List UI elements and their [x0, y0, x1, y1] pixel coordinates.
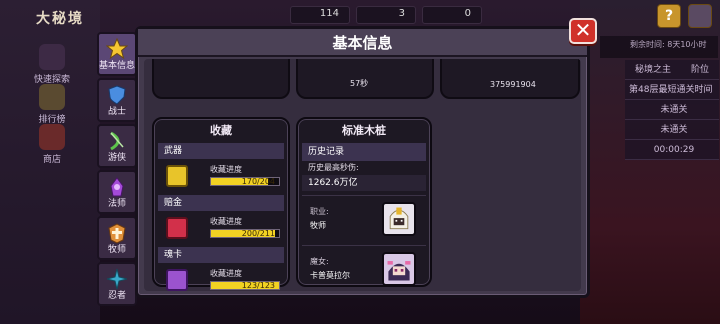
weapon-collection[interactable]: 收藏进度 170/204 — [158, 159, 284, 195]
history-header: 历史记录 — [302, 143, 426, 161]
fastest-clear-heading: 第48层最短通关时间 — [625, 80, 719, 100]
dummy-title: 标准木桩 — [342, 124, 386, 137]
close-button[interactable]: ✕ — [569, 18, 597, 44]
stat-value: 375991904 — [490, 80, 536, 89]
clear-time: 未通关 — [625, 100, 719, 120]
progress-label: 收藏进度 — [210, 165, 242, 174]
priest-portrait-icon[interactable] — [382, 202, 416, 236]
job-value: 牧师 — [310, 221, 326, 230]
tab-label: 游侠 — [107, 153, 126, 163]
tab-basic-info[interactable]: 基本信息 — [97, 32, 137, 76]
tab-ninja[interactable]: 忍者 — [97, 262, 137, 306]
stat-card-partial: 375991904 — [440, 59, 580, 99]
dialog-title: 基本信息 — [138, 29, 587, 57]
pet-value: 卡普莫拉尔 — [310, 271, 350, 280]
progress-bar: 170/204 — [210, 177, 280, 186]
shop-button[interactable]: 商店 — [30, 124, 74, 165]
tab-mage[interactable]: 法师 — [97, 170, 137, 214]
max-dps-label: 历史最高秒伤: — [308, 163, 359, 172]
trophy-icon — [39, 84, 65, 110]
progress-label: 收藏进度 — [210, 269, 242, 278]
training-dummy-card: 标准木桩 历史记录 历史最高秒伤: 1262.6万亿 职业: 牧师 魔女: 卡普… — [296, 117, 432, 287]
tab-warrior[interactable]: 战士 — [97, 78, 137, 122]
basic-info-dialog: 基本信息 57秒 375991904 收藏 武器 收藏进度 170/204 赔金… — [135, 26, 590, 298]
tab-label: 法师 — [107, 199, 126, 209]
star-icon — [106, 38, 128, 60]
progress-label: 收藏进度 — [210, 217, 242, 226]
dialog-content: 57秒 375991904 收藏 武器 收藏进度 170/204 赔金 收藏进度… — [144, 59, 581, 291]
help-button[interactable]: ? — [657, 4, 681, 28]
scene-title: 大秘境 — [36, 11, 84, 27]
explore-icon — [39, 44, 65, 70]
max-dps-value: 1262.6万亿 — [302, 175, 426, 191]
weapon-section-header: 武器 — [158, 143, 284, 159]
soulcard-book-icon — [166, 269, 188, 291]
tab-ranger[interactable]: 游侠 — [97, 124, 137, 168]
mage-icon — [110, 177, 124, 197]
stat-card-partial: 57秒 — [296, 59, 434, 99]
bow-icon — [110, 131, 124, 151]
class-tab-strip: 基本信息 战士 游侠 法师 牧师 忍者 — [97, 32, 137, 308]
tab-priest[interactable]: 牧师 — [97, 216, 137, 260]
witch-portrait-icon[interactable] — [382, 252, 416, 286]
menu-button[interactable] — [688, 4, 712, 28]
clear-time: 未通关 — [625, 120, 719, 140]
resource-count: 0 — [422, 6, 482, 24]
progress-value: 170/204 — [241, 177, 275, 186]
soulcard-section-header: 魂卡 — [158, 247, 284, 263]
weapon-book-icon — [166, 165, 188, 187]
game-screen: 大秘境 快速探索 排行榜 商店 114 3 0 ? 剩余时间: 8天10小时 秘… — [0, 0, 720, 324]
tab-label: 忍者 — [107, 291, 126, 301]
tab-rank[interactable]: 阶位 — [691, 60, 709, 79]
tab-label: 基本信息 — [99, 61, 136, 71]
stat-card-partial — [152, 59, 290, 99]
gold-book-icon — [166, 217, 188, 239]
leaderboard-button[interactable]: 排行榜 — [30, 84, 74, 125]
shield-icon — [108, 85, 126, 105]
hero-pet-row: 魔女: 卡普莫拉尔 — [302, 245, 426, 291]
hero-job-row: 职业: 牧师 — [302, 195, 426, 241]
gold-collection[interactable]: 收藏进度 200/211 — [158, 211, 284, 247]
tab-dungeon-lord[interactable]: 秘境之主 — [635, 60, 671, 79]
resource-bar: 114 3 0 — [290, 6, 482, 24]
shop-icon — [39, 124, 65, 150]
collection-title: 收藏 — [210, 124, 232, 137]
progress-bar: 123/123 — [210, 281, 280, 290]
resource-count: 114 — [290, 6, 350, 24]
priest-icon — [108, 223, 126, 244]
tab-label: 牧师 — [107, 245, 126, 255]
soulcard-collection[interactable]: 收藏进度 123/123 — [158, 263, 284, 291]
right-panel: 秘境之主 阶位 第48层最短通关时间 未通关 未通关 00:00:29 — [625, 60, 719, 160]
progress-bar: 200/211 — [210, 229, 280, 238]
clear-time: 00:00:29 — [625, 140, 719, 160]
stat-value: 57秒 — [350, 79, 369, 88]
progress-value: 123/123 — [241, 281, 275, 290]
progress-value: 200/211 — [241, 229, 275, 238]
resource-count: 3 — [356, 6, 416, 24]
collection-card: 收藏 武器 收藏进度 170/204 赔金 收藏进度 200/211 魂卡 收藏… — [152, 117, 290, 291]
job-label: 职业: — [310, 207, 329, 216]
shop-label: 商店 — [42, 155, 61, 165]
time-remaining: 剩余时间: 8天10小时 — [600, 36, 718, 58]
gold-section-header: 赔金 — [158, 195, 284, 211]
pet-label: 魔女: — [310, 257, 329, 266]
tab-label: 战士 — [107, 107, 126, 117]
shuriken-icon — [106, 268, 128, 290]
quick-explore-button[interactable]: 快速探索 — [30, 44, 74, 85]
